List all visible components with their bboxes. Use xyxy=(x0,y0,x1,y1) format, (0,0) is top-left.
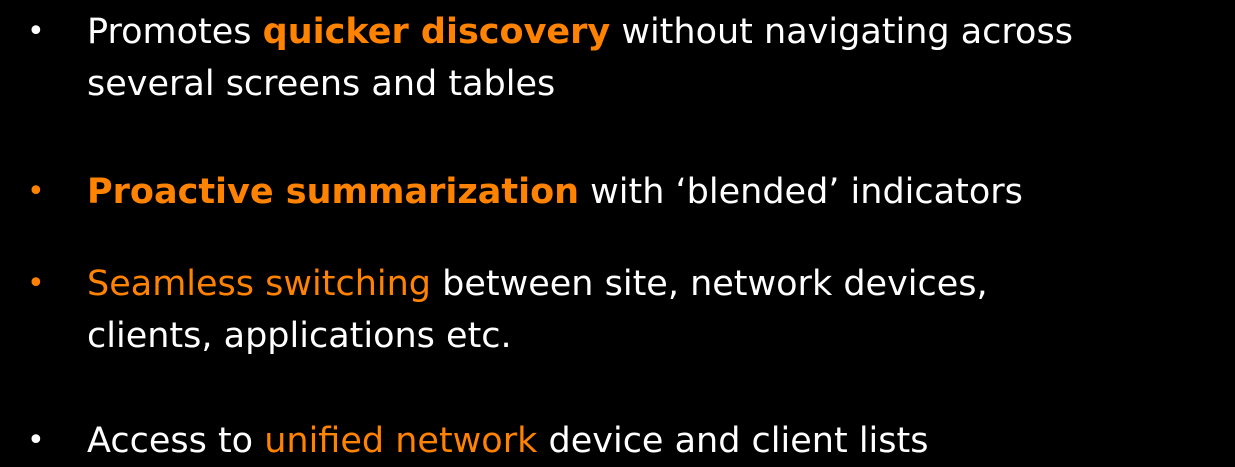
bullet-line: several screens and tables xyxy=(87,64,556,104)
bullet-marker: • xyxy=(27,14,45,49)
bullet-line: Seamless switching between site, network… xyxy=(87,258,1227,310)
bullet-text: Seamless switching between site, network… xyxy=(87,258,1227,362)
emphasis-text: quicker discovery xyxy=(262,12,611,52)
text-run: without navigating across xyxy=(610,12,1073,52)
highlight-text: unified network xyxy=(264,421,538,461)
bullet-marker: • xyxy=(27,423,45,458)
text-run: between site, network devices, xyxy=(431,264,988,304)
emphasis-text: Proactive summarization xyxy=(87,172,580,212)
bullet-line: Promotes quicker discovery without navig… xyxy=(87,6,1227,58)
bullet-line: Access to unified network device and cli… xyxy=(87,415,1227,467)
text-run: device and client lists xyxy=(537,421,929,461)
bullet-line: Proactive summarization with ‘blended’ i… xyxy=(87,166,1227,218)
bullet-text: Access to unified network device and cli… xyxy=(87,415,1227,467)
bullet-text: Proactive summarization with ‘blended’ i… xyxy=(87,166,1227,218)
bullet-list: • Promotes quicker discovery without nav… xyxy=(0,0,1235,465)
text-run: Access to xyxy=(87,421,265,461)
text-run: Promotes xyxy=(87,12,263,52)
bullet-text: Promotes quicker discovery without navig… xyxy=(87,6,1227,110)
text-run: with ‘blended’ indicators xyxy=(579,172,1023,212)
highlight-text: Seamless switching xyxy=(87,264,432,304)
bullet-line: clients, applications etc. xyxy=(87,316,512,356)
bullet-marker: • xyxy=(27,266,45,301)
bullet-marker: • xyxy=(27,174,45,209)
